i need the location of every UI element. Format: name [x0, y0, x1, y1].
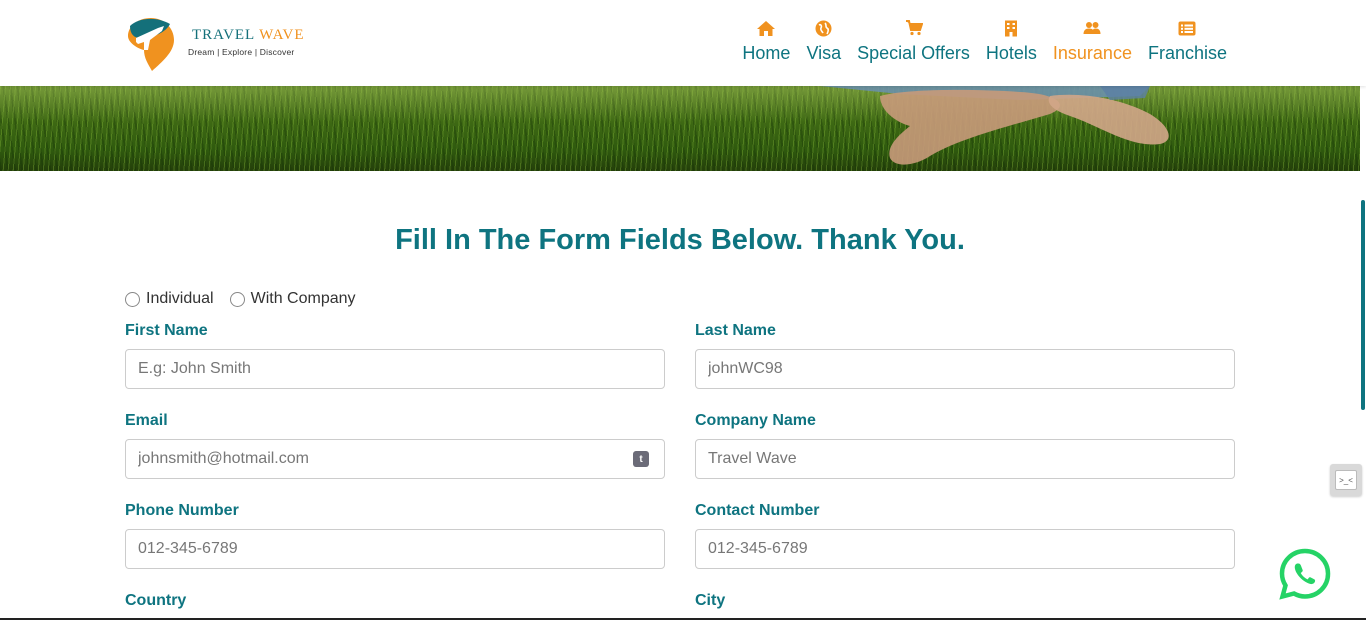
last-name-input[interactable] [695, 349, 1235, 389]
phone-number-field: Phone Number [125, 502, 665, 569]
radio-with-company[interactable]: With Company [229, 290, 356, 308]
whatsapp-icon[interactable] [1279, 548, 1331, 600]
nav-insurance[interactable]: Insurance [1053, 19, 1132, 64]
country-field: Country [125, 592, 665, 619]
phone-number-label: Phone Number [125, 502, 239, 519]
applicant-type-radio-group: Individual With Company [125, 290, 356, 308]
first-name-input[interactable] [125, 349, 665, 389]
list-icon [1177, 19, 1197, 37]
building-icon [1001, 19, 1021, 37]
travel-wave-logo[interactable]: TRAVEL WAVE Dream | Explore | Discover [126, 16, 316, 74]
nav-home[interactable]: Home [742, 19, 790, 64]
radio-with-company-label: With Company [250, 290, 356, 307]
email-input[interactable] [125, 439, 665, 479]
radio-individual-circle[interactable] [125, 291, 140, 307]
site-header: TRAVEL WAVE Dream | Explore | Discover H… [0, 0, 1366, 86]
phone-number-input[interactable] [125, 529, 665, 569]
nav-hotels[interactable]: Hotels [986, 19, 1037, 64]
brand-tagline: Dream | Explore | Discover [188, 47, 295, 57]
hero-banner-image [0, 86, 1360, 171]
email-field: Email t [125, 412, 665, 479]
cart-icon [904, 19, 924, 37]
last-name-field: Last Name [695, 322, 1235, 389]
radio-with-company-circle[interactable] [229, 291, 245, 307]
nav-franchise[interactable]: Franchise [1148, 19, 1227, 64]
brand-name: TRAVEL WAVE [192, 27, 305, 43]
company-name-label: Company Name [695, 412, 816, 429]
company-name-input[interactable] [695, 439, 1235, 479]
email-label: Email [125, 412, 168, 429]
first-name-label: First Name [125, 322, 208, 339]
autofill-extension-icon[interactable]: t [633, 451, 649, 467]
contact-number-input[interactable] [695, 529, 1235, 569]
main-nav: Home Visa Special Offers Hotels Insuranc… [742, 19, 1227, 64]
contact-number-label: Contact Number [695, 502, 820, 519]
city-label: City [695, 592, 726, 609]
radio-individual[interactable]: Individual [125, 290, 214, 308]
nav-visa[interactable]: Visa [806, 19, 841, 64]
scrollbar-thumb[interactable] [1361, 200, 1365, 410]
form-heading: Fill In The Form Fields Below. Thank You… [395, 224, 965, 256]
contact-number-field: Contact Number [695, 502, 1235, 569]
globe-icon [814, 19, 834, 37]
logo-mark-icon [128, 18, 174, 71]
last-name-label: Last Name [695, 322, 776, 339]
country-label: Country [125, 592, 187, 609]
nav-special-offers[interactable]: Special Offers [857, 19, 970, 64]
person-feet-illustration [820, 86, 1169, 165]
radio-individual-label: Individual [146, 290, 214, 307]
home-icon [756, 19, 776, 37]
city-field: City [695, 592, 1235, 619]
terminal-icon: >_< [1335, 470, 1357, 490]
email-input-wrapper: t [125, 439, 665, 479]
first-name-field: First Name [125, 322, 665, 389]
company-name-field: Company Name [695, 412, 1235, 479]
feedback-widget-button[interactable]: >_< [1330, 464, 1362, 496]
users-icon [1082, 19, 1102, 37]
